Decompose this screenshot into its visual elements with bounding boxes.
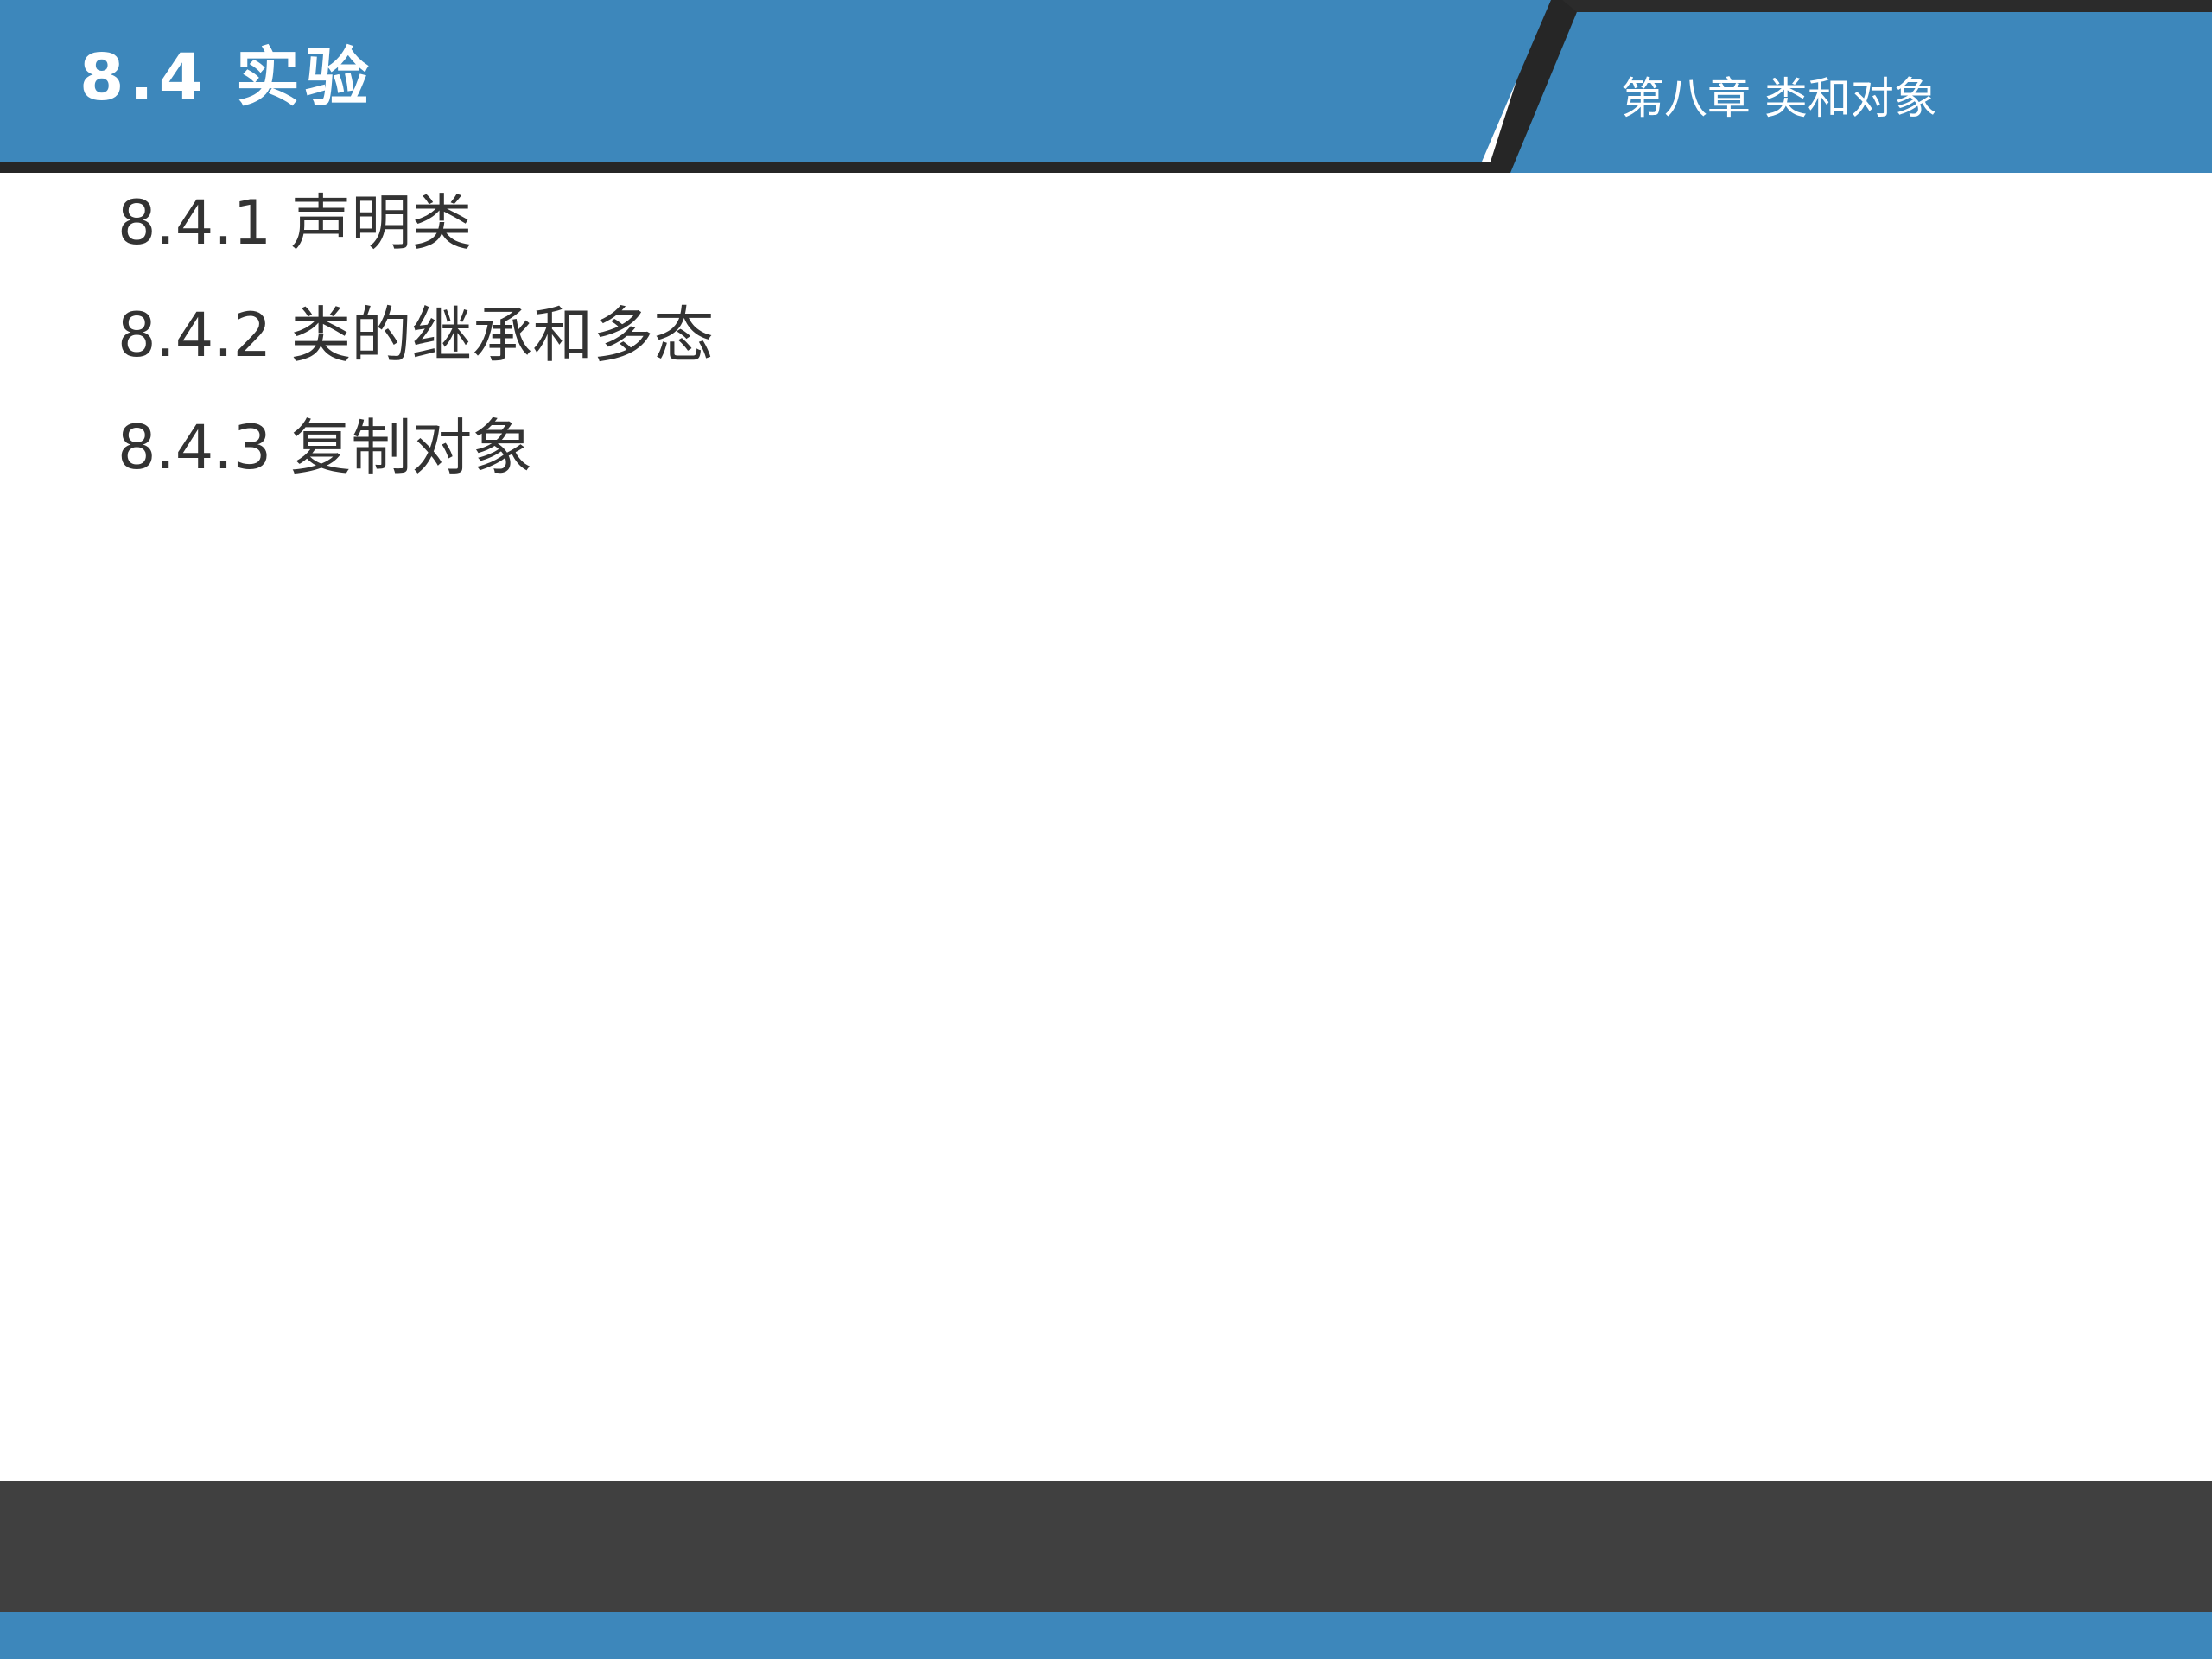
footer-stripe [0, 1612, 2212, 1659]
section-outline: 8.4.1 声明类 8.4.2 类的继承和多态 8.4.3 复制对象 [118, 183, 714, 520]
slide: 8.4 实验 第八章 类和对象 8.4.1 声明类 8.4.2 类的继承和多态 … [0, 0, 2212, 1659]
outline-item: 8.4.1 声明类 [118, 188, 473, 258]
outline-item: 8.4.2 类的继承和多态 [118, 300, 715, 371]
outline-item: 8.4.3 复制对象 [118, 412, 533, 483]
slide-title: 8.4 实验 [79, 41, 374, 115]
footer-bar [0, 1481, 2212, 1612]
header-right-edge [1562, 0, 2212, 12]
chapter-label: 第八章 类和对象 [1621, 73, 1937, 124]
